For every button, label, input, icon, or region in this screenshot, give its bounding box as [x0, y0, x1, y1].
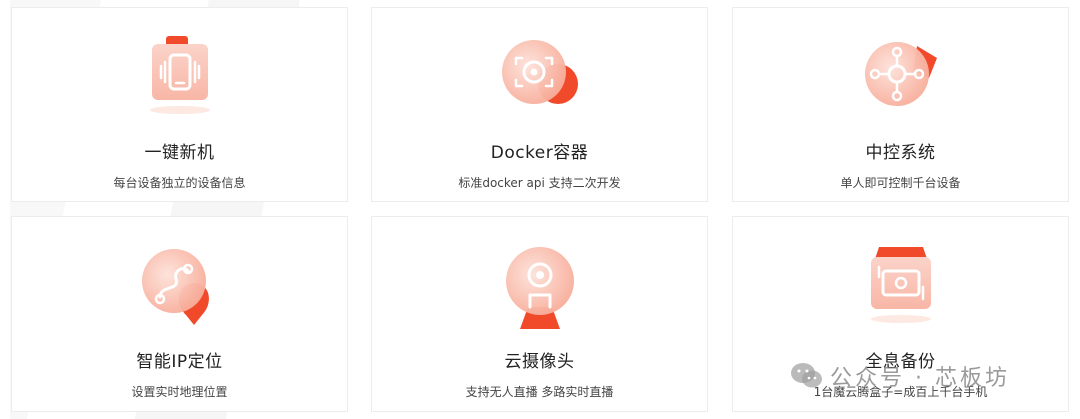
- feature-card-docker[interactable]: Docker容器 标准docker api 支持二次开发: [371, 7, 708, 202]
- feature-card-central-control[interactable]: 中控系统 单人即可控制千台设备: [732, 7, 1069, 202]
- location-route-icon: [141, 249, 209, 325]
- webcam-icon: [505, 247, 574, 329]
- phone-device-icon: [149, 36, 210, 114]
- watermark: 公众号 · 芯板坊: [790, 356, 1060, 396]
- backup-photos-icon: [870, 247, 931, 323]
- watermark-text: 公众号 · 芯板坊: [830, 366, 1010, 391]
- feature-desc: 标准docker api 支持二次开发: [458, 176, 621, 190]
- feature-card-new-device[interactable]: 一键新机 每台设备独立的设备信息: [11, 7, 348, 202]
- feature-title: 智能IP定位: [136, 352, 223, 372]
- feature-title: 云摄像头: [504, 352, 575, 372]
- central-control-icon: [864, 42, 937, 106]
- feature-desc: 支持无人直播 多路实时直播: [465, 385, 614, 399]
- container-target-icon: [501, 40, 578, 104]
- feature-card-cloud-camera[interactable]: 云摄像头 支持无人直播 多路实时直播: [371, 216, 708, 412]
- feature-card-ip-location[interactable]: 智能IP定位 设置实时地理位置: [11, 216, 348, 412]
- feature-title: 一键新机: [144, 143, 215, 163]
- feature-desc: 设置实时地理位置: [131, 385, 228, 399]
- wechat-logo-icon: [791, 363, 822, 388]
- feature-desc: 单人即可控制千台设备: [840, 176, 961, 190]
- feature-title: 中控系统: [865, 143, 936, 163]
- feature-title: Docker容器: [490, 143, 589, 163]
- feature-desc: 每台设备独立的设备信息: [113, 176, 246, 190]
